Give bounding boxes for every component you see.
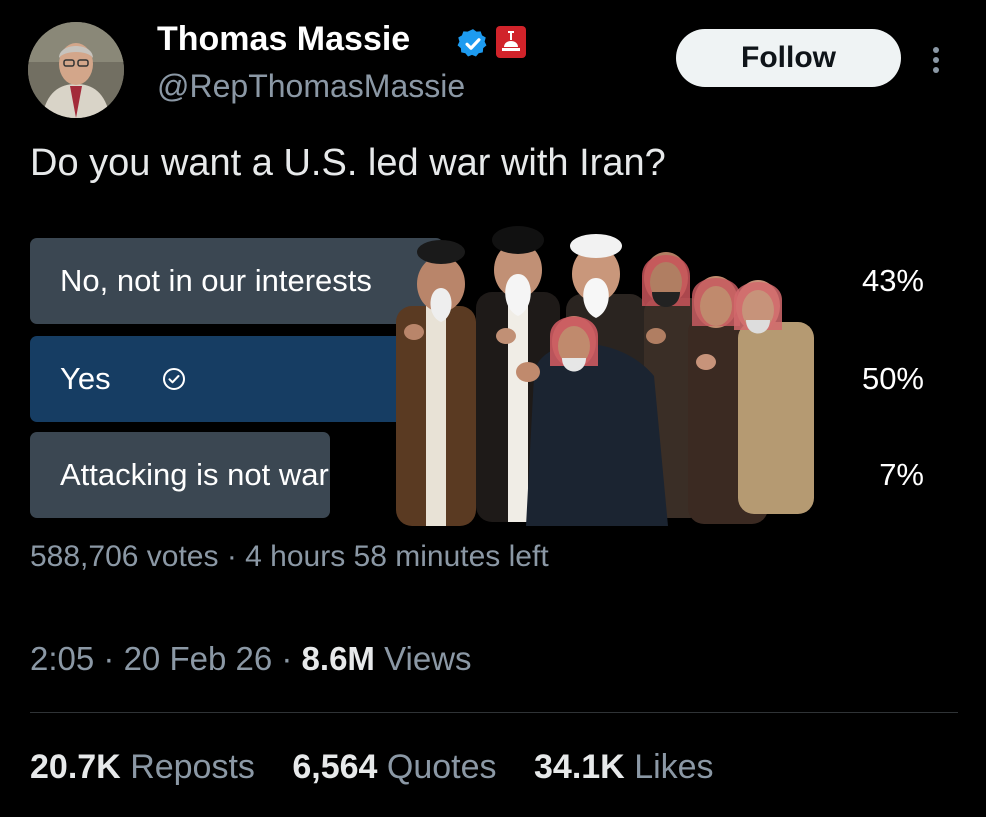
views-label: Views (384, 640, 472, 677)
tweet: Thomas Massie @RepThomasMassie Follow Do… (0, 0, 986, 817)
government-affiliation-icon (496, 26, 526, 58)
quotes-stat[interactable]: 6,564 Quotes (292, 748, 496, 786)
views-count: 8.6M (301, 640, 375, 677)
poll-option-percent: 7% (879, 457, 924, 492)
likes-count: 34.1K (534, 748, 625, 786)
handle[interactable]: @RepThomasMassie (157, 68, 465, 105)
verified-badge-icon (457, 29, 487, 57)
post-time[interactable]: 2:05 (30, 640, 94, 677)
follow-button[interactable]: Follow (676, 29, 901, 87)
post-date[interactable]: 20 Feb 26 (124, 640, 273, 677)
poll-option-label: No, not in our interests (60, 263, 372, 298)
likes-label: Likes (634, 748, 714, 786)
poll-option-label: Yes (60, 361, 111, 396)
divider (30, 712, 958, 713)
overlay-figures-image (386, 226, 822, 544)
poll-meta: 588,706 votes · 4 hours 58 minutes left (30, 540, 549, 574)
poll-time-left: 4 hours 58 minutes left (245, 540, 549, 573)
avatar[interactable] (28, 22, 124, 118)
display-name[interactable]: Thomas Massie (157, 20, 410, 59)
poll-option-percent: 50% (861, 361, 924, 396)
poll-option-percent: 43% (861, 263, 924, 298)
separator-dot: · (226, 540, 246, 573)
check-circle-icon (163, 368, 185, 390)
separator-dot: · (281, 640, 302, 677)
reposts-stat[interactable]: 20.7K Reposts (30, 748, 255, 786)
poll-option-label: Attacking is not war (60, 457, 329, 492)
reposts-label: Reposts (130, 748, 255, 786)
reposts-count: 20.7K (30, 748, 121, 786)
likes-stat[interactable]: 34.1K Likes (534, 748, 714, 786)
poll-votes: 588,706 votes (30, 540, 219, 573)
more-options-icon[interactable] (928, 42, 944, 78)
engagement-stats: 20.7K Reposts 6,564 Quotes 34.1K Likes (30, 748, 742, 787)
timestamp-line: 2:05 · 20 Feb 26 · 8.6M Views (30, 640, 472, 678)
quotes-count: 6,564 (292, 748, 378, 786)
poll-question: Do you want a U.S. led war with Iran? (30, 142, 666, 184)
quotes-label: Quotes (386, 748, 497, 786)
separator-dot: · (103, 640, 124, 677)
